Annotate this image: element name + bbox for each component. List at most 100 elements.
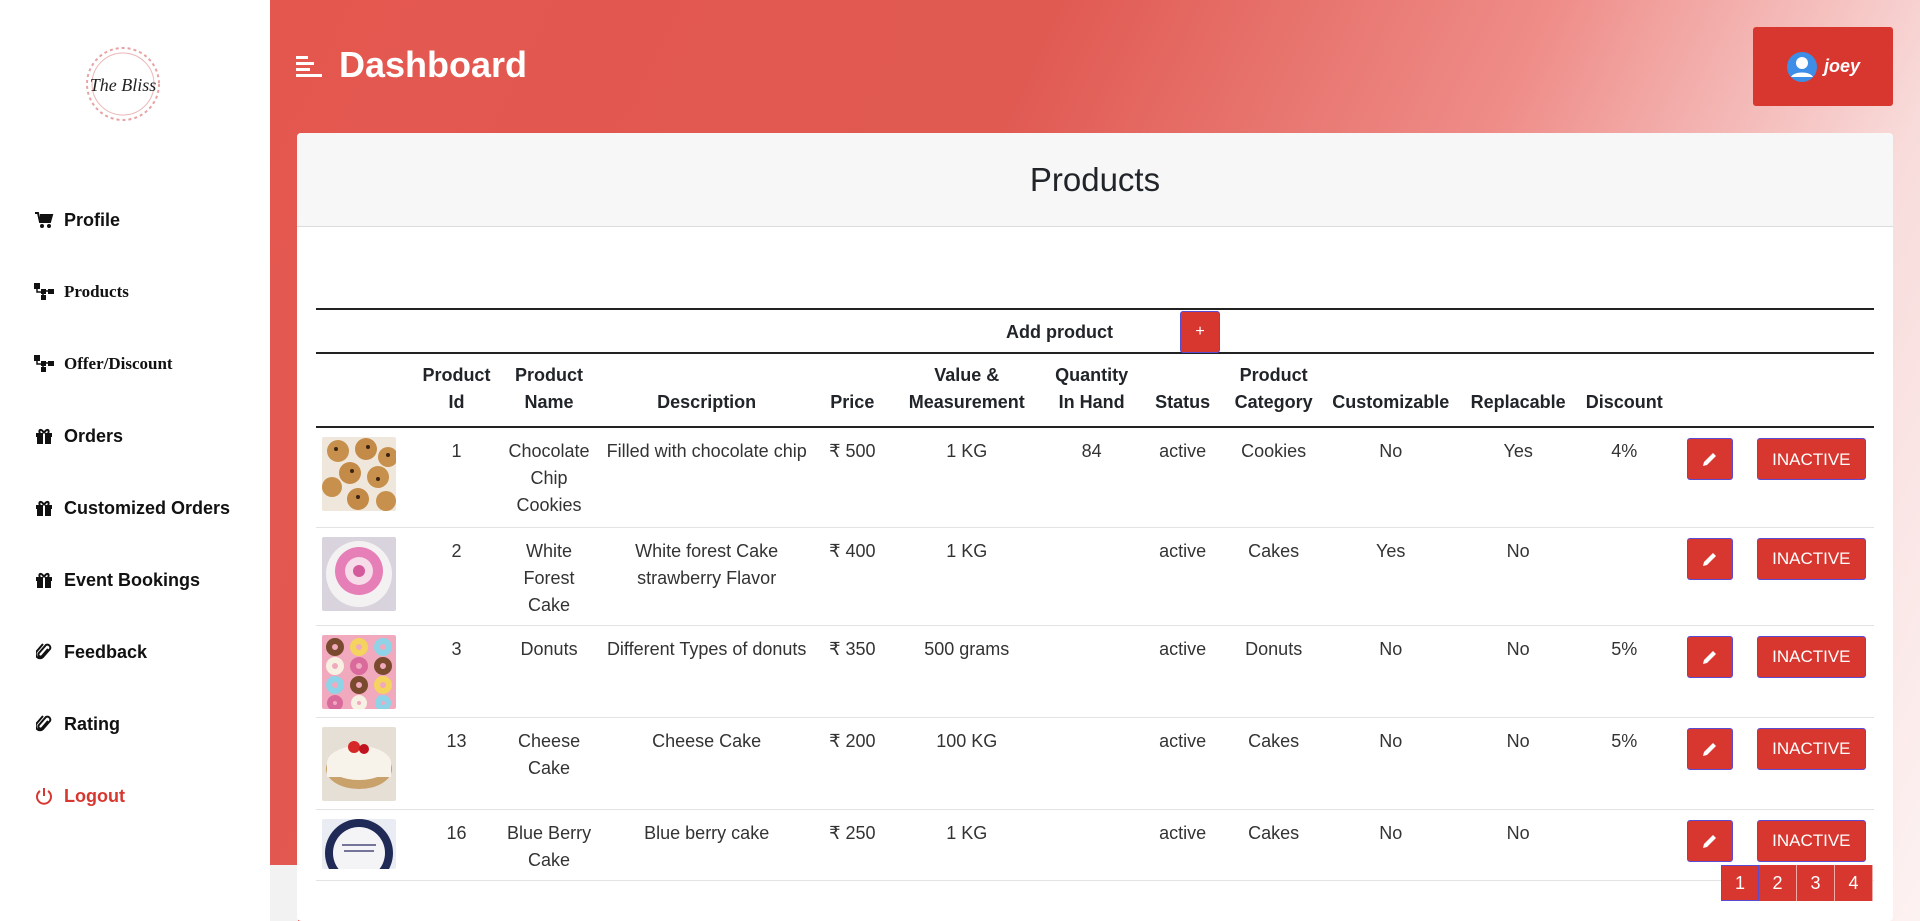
inactive-button[interactable]: INACTIVE xyxy=(1757,819,1866,862)
sidebar-item-label: Offer/Discount xyxy=(64,354,173,373)
page-button-2[interactable]: 2 xyxy=(1759,865,1797,901)
page-button-3[interactable]: 3 xyxy=(1797,865,1835,901)
sidebar-item-label: Orders xyxy=(64,425,124,446)
cell-discount xyxy=(1577,527,1671,626)
edit-button[interactable] xyxy=(1686,727,1733,770)
cell-replacable: No xyxy=(1458,809,1578,881)
inactive-button[interactable]: INACTIVE xyxy=(1757,537,1866,580)
column-header-status: Status xyxy=(1141,354,1225,428)
user-name: joey xyxy=(1823,56,1861,76)
inactive-button[interactable]: INACTIVE xyxy=(1757,438,1866,480)
cell-product-id: 16 xyxy=(414,809,499,881)
sidebar-item-profile[interactable]: Profile xyxy=(34,203,120,237)
cell-customizable: No xyxy=(1323,717,1459,810)
cell-customizable: No xyxy=(1323,809,1459,881)
user-menu-button[interactable]: joey xyxy=(1753,27,1893,106)
cell-replacable: No xyxy=(1458,717,1578,810)
pencil-icon xyxy=(1702,453,1716,466)
gift-icon xyxy=(34,570,54,590)
cell-quantity xyxy=(1042,527,1142,626)
gift-icon xyxy=(34,426,54,446)
card-title: Products xyxy=(1029,160,1161,198)
edit-button[interactable] xyxy=(1686,438,1733,480)
paperclip-icon xyxy=(34,642,54,662)
brand-logo[interactable]: The Bliss xyxy=(78,42,168,127)
inactive-button[interactable]: INACTIVE xyxy=(1757,635,1866,678)
cell-replacable: No xyxy=(1458,527,1578,626)
products-card: Products Add product + Product Id Produc… xyxy=(297,133,1893,921)
table-row: 2 White Forest Cake White forest Cake st… xyxy=(316,527,1874,626)
cell-description: Blue berry cake xyxy=(600,809,814,881)
cell-status: active xyxy=(1141,527,1225,626)
sidebar-item-label: Customized Orders xyxy=(64,497,231,518)
column-header-description: Description xyxy=(600,354,814,428)
sidebar-item-rating[interactable]: Rating xyxy=(34,707,120,741)
cell-replacable: No xyxy=(1458,625,1578,718)
sidebar-item-feedback[interactable]: Feedback xyxy=(34,635,147,669)
cell-price: ₹ 200 xyxy=(813,717,892,810)
column-header-price: Price xyxy=(813,354,892,428)
sidebar-item-logout[interactable]: Logout xyxy=(34,779,125,813)
product-image-pink-cake xyxy=(322,536,396,611)
sidebar-item-label: Logout xyxy=(64,785,125,806)
logo-text: The Bliss xyxy=(90,75,157,95)
pencil-icon xyxy=(1702,650,1716,664)
sidebar-item-offer-discount[interactable]: Offer/Discount xyxy=(34,347,173,381)
paperclip-icon xyxy=(34,714,54,734)
product-image-cheesecake xyxy=(322,726,396,801)
inactive-button[interactable]: INACTIVE xyxy=(1757,727,1866,770)
sidebar-item-customized-orders[interactable]: Customized Orders xyxy=(34,491,230,525)
cell-quantity xyxy=(1042,809,1142,881)
add-product-button[interactable]: + xyxy=(1180,311,1220,353)
cell-price: ₹ 250 xyxy=(813,809,892,881)
sidebar-item-products[interactable]: Products xyxy=(34,275,129,309)
cell-measurement: 1 KG xyxy=(891,427,1043,528)
cell-product-id: 13 xyxy=(414,717,499,810)
card-header: Products xyxy=(297,133,1893,227)
sidebar-item-event-bookings[interactable]: Event Bookings xyxy=(34,563,200,597)
column-header-edit xyxy=(1670,354,1749,428)
cell-description: Cheese Cake xyxy=(600,717,814,810)
cell-product-name: Donuts xyxy=(498,625,601,718)
edit-button[interactable] xyxy=(1686,635,1733,678)
cell-product-id: 2 xyxy=(414,527,499,626)
cell-category: Cakes xyxy=(1224,809,1324,881)
sidebar-item-label: Event Bookings xyxy=(64,569,201,590)
sidebar-item-label: Rating xyxy=(64,713,120,734)
page-background-strip xyxy=(270,865,298,921)
pagination: 1 2 3 4 xyxy=(1721,865,1873,901)
menu-toggle-icon[interactable] xyxy=(296,54,322,80)
add-product-row: Add product + xyxy=(316,308,1874,354)
column-header-category: Product Category xyxy=(1224,354,1324,428)
product-image-cookies xyxy=(322,437,396,511)
sidebar: The Bliss Profile Products Offer/Discoun… xyxy=(0,0,270,921)
table-row: 13 Cheese Cake Cheese Cake ₹ 200 100 KG … xyxy=(316,717,1874,810)
gift-icon xyxy=(34,498,54,518)
page-button-4[interactable]: 4 xyxy=(1835,865,1873,901)
cell-category: Cakes xyxy=(1224,527,1324,626)
cell-customizable: No xyxy=(1323,625,1459,718)
cell-discount: 5% xyxy=(1577,717,1671,810)
sidebar-item-orders[interactable]: Orders xyxy=(34,419,123,453)
column-header-product-id: Product Id xyxy=(414,354,499,428)
sidebar-item-label: Feedback xyxy=(64,641,148,662)
edit-button[interactable] xyxy=(1686,819,1733,862)
table-header-row: Product Id Product Name Description Pric… xyxy=(316,354,1874,428)
edit-button[interactable] xyxy=(1686,537,1733,580)
cell-status: active xyxy=(1141,427,1225,528)
cell-price: ₹ 400 xyxy=(813,527,892,626)
power-icon xyxy=(34,786,54,806)
column-header-customizable: Customizable xyxy=(1323,354,1459,428)
cell-product-name: Cheese Cake xyxy=(498,717,601,810)
page-button-1[interactable]: 1 xyxy=(1721,865,1759,901)
sitemap-icon xyxy=(34,282,54,302)
table-row: 3 Donuts Different Types of donuts ₹ 350… xyxy=(316,625,1874,718)
cell-category: Cookies xyxy=(1224,427,1324,528)
cell-quantity xyxy=(1042,625,1142,718)
cell-product-name: White Forest Cake xyxy=(498,527,601,626)
product-image-donuts xyxy=(322,634,396,709)
page-title: Dashboard xyxy=(339,44,528,85)
cell-description: White forest Cake strawberry Flavor xyxy=(600,527,814,626)
cart-icon xyxy=(34,210,54,230)
cell-product-name: Blue Berry Cake xyxy=(498,809,601,881)
